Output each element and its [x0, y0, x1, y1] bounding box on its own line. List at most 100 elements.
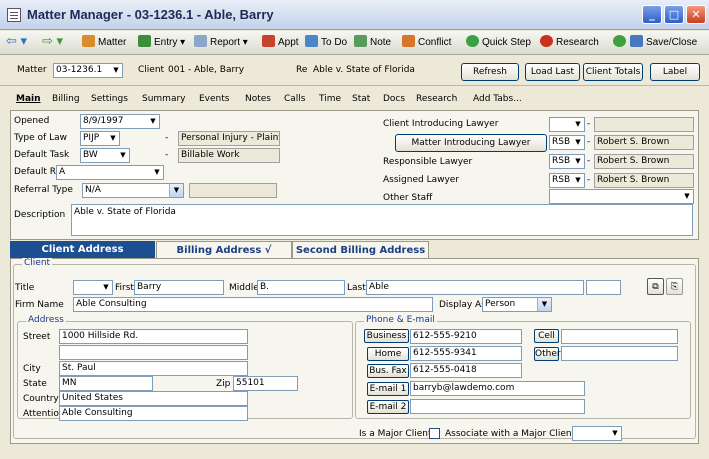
default-task-select[interactable]: BW ▼ — [80, 148, 130, 163]
tab-notes[interactable]: Notes — [245, 94, 271, 104]
forward-button[interactable]: ⇨ ▾ — [42, 33, 63, 49]
matter-select[interactable]: 03-1236.1 ▼ — [53, 63, 123, 78]
firm-name-input[interactable]: Able Consulting — [73, 297, 433, 312]
help-button[interactable] — [613, 35, 629, 51]
email1-button[interactable]: E-mail 1 — [367, 382, 409, 396]
title-select[interactable]: ▼ — [73, 280, 113, 295]
save-icon — [630, 35, 643, 47]
responsible-name: Robert S. Brown — [594, 154, 694, 169]
suffix-input[interactable] — [586, 280, 621, 295]
other-staff-select[interactable]: ▼ — [549, 189, 694, 204]
default-rate-value: A — [59, 167, 66, 177]
business-phone-button[interactable]: Business — [364, 329, 409, 343]
research-button[interactable]: Research — [540, 35, 599, 51]
minimize-button[interactable]: _ — [642, 5, 662, 24]
opened-label: Opened — [14, 116, 50, 126]
first-name-input[interactable]: Barry — [134, 280, 224, 295]
report-button[interactable]: Report ▾ — [194, 35, 248, 51]
country-input[interactable]: United States — [59, 391, 248, 406]
business-phone-input[interactable]: 612-555-9210 — [410, 329, 522, 344]
state-input[interactable]: MN — [59, 376, 153, 391]
client-totals-button[interactable]: Client Totals — [583, 63, 643, 81]
close-button[interactable]: ✕ — [686, 5, 706, 24]
client-intro-lawyer-select[interactable]: ▼ — [549, 117, 585, 132]
zip-input[interactable]: 55101 — [233, 376, 298, 391]
bus-fax-button[interactable]: Bus. Fax — [367, 364, 409, 378]
matter-intro-select[interactable]: RSB ▼ — [549, 135, 585, 150]
copy-icon[interactable]: ⎘ — [666, 278, 683, 295]
saveclose-button[interactable]: Save/Close — [630, 35, 697, 51]
dash: - — [165, 133, 169, 143]
tab-billing[interactable]: Billing — [52, 94, 80, 104]
client-label: Client — [138, 65, 165, 75]
referral-desc — [189, 183, 277, 198]
quickstep-button[interactable]: Quick Step — [466, 35, 531, 51]
tab-billing-address[interactable]: Billing Address √ — [156, 241, 292, 259]
refresh-button[interactable]: Refresh — [461, 63, 519, 81]
display-as-select[interactable]: Person ▼ — [482, 297, 552, 312]
maximize-button[interactable]: □ — [664, 5, 684, 24]
lookup-icon[interactable]: ⧉ — [647, 278, 664, 295]
city-input[interactable]: St. Paul — [59, 361, 248, 376]
email2-button[interactable]: E-mail 2 — [367, 400, 409, 414]
email1-input[interactable]: barryb@lawdemo.com — [410, 381, 585, 396]
type-of-law-label: Type of Law — [14, 133, 67, 143]
tab-events[interactable]: Events — [199, 94, 229, 104]
assigned-lawyer-select[interactable]: RSB ▼ — [549, 173, 585, 188]
middle-name-input[interactable]: B. — [257, 280, 345, 295]
other-phone-button[interactable]: Other — [534, 347, 561, 361]
other-phone-input[interactable] — [561, 346, 678, 361]
appt-button[interactable]: Appt — [262, 35, 299, 51]
type-of-law-select[interactable]: PIJP ▼ — [80, 131, 120, 146]
tab-summary[interactable]: Summary — [142, 94, 186, 104]
default-task-desc: Billable Work — [178, 148, 280, 163]
home-phone-input[interactable]: 612-555-9341 — [410, 346, 522, 361]
opened-select[interactable]: 8/9/1997 ▼ — [80, 114, 160, 129]
firm-name-label: Firm Name — [15, 300, 64, 310]
tab-docs[interactable]: Docs — [383, 94, 405, 104]
back-button[interactable]: ⇦ ▾ — [6, 33, 27, 49]
cell-phone-button[interactable]: Cell — [534, 329, 559, 343]
label-button[interactable]: Label — [650, 63, 700, 81]
home-phone-button[interactable]: Home — [367, 347, 409, 361]
major-client-checkbox[interactable] — [429, 428, 440, 439]
associate-major-client-label: Associate with a Major Client — [445, 429, 576, 439]
note-icon — [354, 35, 367, 47]
matter-intro-lawyer-button[interactable]: Matter Introducing Lawyer — [395, 134, 547, 152]
associate-major-client-select[interactable]: ▼ — [572, 426, 622, 441]
cell-phone-input[interactable] — [561, 329, 678, 344]
quickstep-icon — [466, 35, 479, 47]
last-name-input[interactable]: Able — [366, 280, 584, 295]
tab-calls[interactable]: Calls — [284, 94, 306, 104]
tab-settings[interactable]: Settings — [91, 94, 128, 104]
street-input[interactable]: 1000 Hillside Rd. — [59, 329, 248, 344]
title-label: Title — [15, 283, 35, 293]
tab-stat[interactable]: Stat — [352, 94, 370, 104]
conflict-button[interactable]: Conflict — [402, 35, 451, 51]
bus-fax-input[interactable]: 612-555-0418 — [410, 363, 522, 378]
note-button[interactable]: Note — [354, 35, 391, 51]
todo-button[interactable]: To Do — [305, 35, 347, 51]
saveclose-label: Save/Close — [646, 37, 698, 48]
tab-client-address[interactable]: Client Address — [10, 241, 155, 259]
tab-time[interactable]: Time — [319, 94, 341, 104]
matter-button[interactable]: Matter — [82, 35, 126, 51]
entry-icon — [138, 35, 151, 47]
load-last-button[interactable]: Load Last — [525, 63, 580, 81]
attention-input[interactable]: Able Consulting — [59, 406, 248, 421]
entry-button[interactable]: Entry ▾ — [138, 35, 185, 51]
responsible-lawyer-select[interactable]: RSB ▼ — [549, 154, 585, 169]
tab-second-billing-address[interactable]: Second Billing Address — [292, 241, 429, 259]
referral-type-select[interactable]: N/A ▼ — [82, 183, 184, 198]
report-label: Report — [210, 37, 241, 48]
tab-add-tabs[interactable]: Add Tabs... — [473, 94, 522, 104]
tab-main[interactable]: Main — [16, 94, 41, 104]
street-line2-input[interactable] — [59, 345, 248, 360]
chevron-down-icon: ▼ — [684, 192, 690, 200]
email2-input[interactable] — [410, 399, 585, 414]
description-input[interactable]: Able v. State of Florida — [71, 204, 693, 236]
default-rate-select[interactable]: A ▼ — [56, 165, 164, 180]
tab-research[interactable]: Research — [416, 94, 457, 104]
street-label: Street — [23, 332, 51, 342]
tab-strip: Main Billing Settings Summary Events Not… — [10, 94, 700, 111]
